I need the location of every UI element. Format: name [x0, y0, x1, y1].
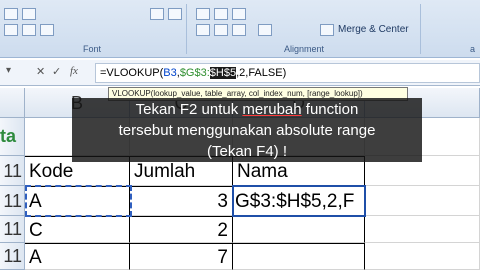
row-header[interactable]: 11 [0, 243, 25, 270]
cell-jumlah[interactable]: 2 [130, 216, 233, 243]
cell-jumlah[interactable]: 7 [130, 243, 233, 270]
merge-center-icon[interactable] [320, 24, 334, 36]
fill-color-icon[interactable] [22, 24, 36, 36]
select-all-corner[interactable] [0, 88, 25, 118]
align-right-icon[interactable] [232, 24, 246, 36]
formula-ref-h5-selected: $H$5 [209, 67, 237, 79]
cell-kode[interactable]: C [25, 216, 130, 243]
decrease-font-icon[interactable] [168, 8, 182, 20]
font-group-label: Font [83, 44, 102, 54]
formula-text: =VLOOKUP( [100, 67, 164, 79]
align-bottom-icon[interactable] [232, 8, 246, 20]
cell-kode[interactable]: A [25, 186, 130, 216]
row-header[interactable]: 11 [0, 186, 25, 216]
row-header[interactable]: 11 [0, 216, 25, 243]
ribbon: Font Merge & Center Alignment a [0, 0, 480, 58]
enter-icon[interactable]: ✓ [52, 65, 61, 78]
cell[interactable] [365, 216, 480, 243]
merge-center-button[interactable]: Merge & Center [338, 24, 409, 35]
cell-nama-editing[interactable]: G$3:$H$5,2,F [233, 186, 365, 216]
font-color-icon[interactable] [40, 24, 54, 36]
alignment-group-label: Alignment [284, 44, 325, 54]
cell-jumlah[interactable]: 3 [130, 186, 233, 216]
indent-icon[interactable] [258, 24, 272, 36]
align-left-icon[interactable] [196, 24, 210, 36]
annotation-line: Tekan F2 untuk merubah function [78, 99, 416, 120]
cell-kode[interactable]: A [25, 243, 130, 270]
cancel-icon[interactable]: ✕ [36, 65, 45, 78]
font-size-up-icon[interactable] [4, 8, 18, 20]
annotation-line: tersebut menggunakan absolute range [118, 122, 376, 139]
cell-nama[interactable] [233, 216, 365, 243]
align-top-icon[interactable] [196, 8, 210, 20]
annotation-text: Tekan F2 untuk [135, 101, 243, 118]
ribbon-separator [186, 4, 187, 54]
cell[interactable] [365, 186, 480, 216]
font-size-down-icon[interactable] [22, 8, 36, 20]
formula-ref-g3: $G$3 [179, 67, 207, 79]
formula-bar: ▾ ✕ ✓ fx =VLOOKUP(B3,$G$3:$H$5,2,FALSE) [0, 60, 480, 86]
align-middle-icon[interactable] [214, 8, 228, 20]
ribbon-separator [420, 4, 421, 54]
formula-input[interactable]: =VLOOKUP(B3,$G$3:$H$5,2,FALSE) [95, 63, 480, 83]
formula-ref-b3: B3 [163, 67, 177, 79]
annotation-text: function [301, 101, 359, 118]
annotation-line: (Tekan F4) ! [206, 143, 288, 160]
namebox-dropdown-icon[interactable]: ▾ [6, 65, 11, 76]
instruction-annotation: Tekan F2 untuk merubah function tersebut… [72, 98, 422, 162]
formula-bar-buttons: ▾ ✕ ✓ fx [0, 63, 92, 83]
annotation-text-underlined: merubah [242, 101, 302, 118]
cell[interactable] [365, 243, 480, 270]
number-group-label-partial: a [470, 44, 476, 54]
align-center-icon[interactable] [214, 24, 228, 36]
border-icon[interactable] [4, 24, 18, 36]
formula-text: ,2,FALSE) [236, 67, 287, 79]
increase-font-icon[interactable] [150, 8, 164, 20]
cell-nama[interactable] [233, 243, 365, 270]
row-header[interactable]: 11 [0, 156, 25, 186]
insert-function-icon[interactable]: fx [70, 65, 78, 77]
